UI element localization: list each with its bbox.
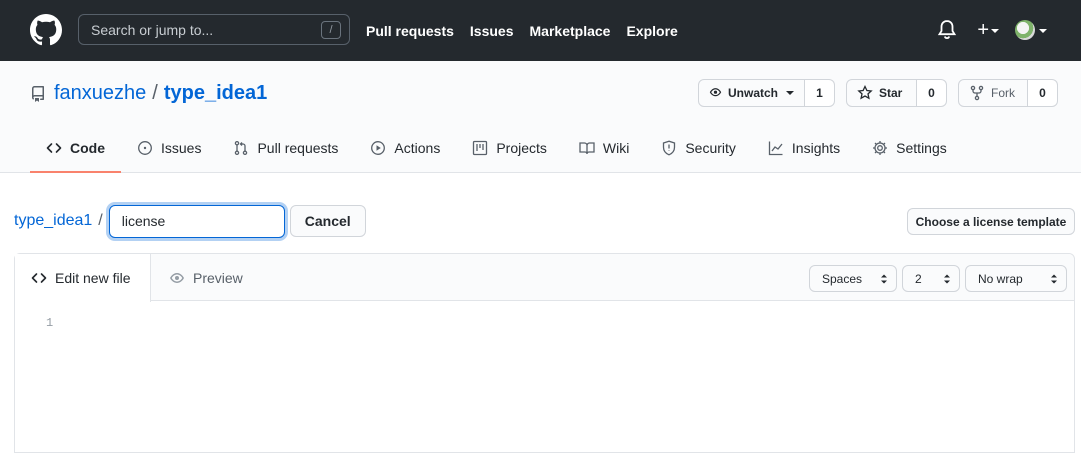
repo-icon [32, 85, 44, 102]
fork-group: Fork 0 [958, 79, 1058, 107]
gear-icon [873, 141, 888, 155]
chevron-down-icon [786, 91, 794, 95]
global-nav: Pull requests Issues Marketplace Explore [366, 0, 694, 61]
tab-security[interactable]: Security [645, 125, 752, 173]
eye-icon [709, 88, 722, 97]
tab-label: Issues [161, 140, 202, 156]
star-count[interactable]: 0 [917, 79, 947, 107]
indent-size-select[interactable]: 2 [902, 265, 960, 292]
tab-label: Code [70, 140, 105, 156]
eye-icon [170, 273, 184, 283]
tab-code[interactable]: Code [30, 125, 121, 173]
code-icon [46, 143, 62, 153]
star-button[interactable]: Star [846, 79, 917, 107]
choose-license-template-button[interactable]: Choose a license template [907, 208, 1075, 235]
unwatch-label: Unwatch [727, 86, 778, 100]
tab-label: Wiki [602, 140, 630, 156]
repo-name-link[interactable]: type_idea1 [164, 82, 267, 105]
pull-request-icon [235, 140, 248, 156]
repo-title: fanxuezhe / type_idea1 [30, 82, 267, 105]
repo-title-separator: / [152, 82, 158, 104]
nav-explore[interactable]: Explore [626, 23, 677, 39]
tab-settings[interactable]: Settings [856, 125, 963, 173]
avatar[interactable] [1015, 20, 1035, 40]
tab-label: Projects [496, 140, 547, 156]
star-icon [857, 85, 873, 100]
global-header: / Pull requests Issues Marketplace Explo… [0, 0, 1081, 61]
select-arrows-icon [1051, 274, 1057, 284]
shield-icon [663, 140, 676, 156]
file-path-row: type_idea1 / Cancel [14, 204, 366, 238]
indent-mode-value: Spaces [822, 271, 863, 286]
tab-label: Pull requests [257, 140, 339, 156]
play-icon [371, 141, 386, 155]
tab-label: Security [685, 140, 736, 156]
tab-label: Actions [394, 140, 441, 156]
unwatch-button[interactable]: Unwatch [698, 79, 805, 107]
breadcrumb-separator: / [98, 212, 103, 229]
tab-projects[interactable]: Projects [456, 125, 563, 173]
book-icon [579, 142, 595, 155]
github-logo-icon[interactable] [30, 14, 62, 46]
repo-header: fanxuezhe / type_idea1 Unwatch 1 Star 0 [0, 61, 1081, 173]
tab-pull-requests[interactable]: Pull requests [217, 125, 354, 173]
fork-count[interactable]: 0 [1028, 79, 1058, 107]
wrap-mode-value: No wrap [978, 271, 1023, 286]
tab-issues[interactable]: Issues [121, 125, 217, 173]
chevron-down-icon[interactable] [1039, 29, 1047, 33]
code-icon [31, 273, 47, 283]
chevron-down-icon[interactable] [991, 29, 999, 33]
select-arrows-icon [944, 274, 950, 284]
select-arrows-icon [881, 274, 887, 284]
issue-icon [138, 141, 152, 155]
line-gutter [15, 302, 65, 452]
tab-actions[interactable]: Actions [354, 125, 456, 173]
tab-edit-new-file[interactable]: Edit new file [15, 254, 151, 302]
bell-icon[interactable] [935, 18, 959, 42]
line-number: 1 [46, 316, 54, 330]
tab-label: Preview [193, 270, 243, 286]
filename-input[interactable] [108, 204, 285, 238]
fork-label: Fork [991, 86, 1015, 100]
watch-group: Unwatch 1 [698, 79, 835, 107]
header-right: + [935, 18, 1047, 42]
nav-pull-requests[interactable]: Pull requests [366, 23, 454, 39]
star-group: Star 0 [846, 79, 947, 107]
file-editor: Edit new file Preview Spaces 2 No wrap 1 [14, 253, 1075, 453]
project-icon [473, 140, 488, 156]
indent-size-value: 2 [915, 271, 922, 286]
editor-toolbar: Edit new file Preview Spaces 2 No wrap [15, 254, 1074, 302]
nav-issues[interactable]: Issues [470, 23, 514, 39]
search-shortcut-hint: / [321, 21, 341, 39]
global-search[interactable]: / [78, 14, 350, 45]
cancel-button[interactable]: Cancel [289, 205, 366, 237]
watch-count[interactable]: 1 [805, 79, 835, 107]
tab-label: Insights [791, 140, 841, 156]
search-input[interactable] [79, 15, 349, 44]
star-label: Star [879, 86, 903, 100]
nav-marketplace[interactable]: Marketplace [530, 23, 611, 39]
fork-button[interactable]: Fork [958, 79, 1028, 107]
repo-owner-link[interactable]: fanxuezhe [54, 82, 146, 105]
tab-label: Settings [896, 140, 947, 156]
repo-tabs: Code Issues Pull requests Actions Projec… [30, 125, 963, 173]
tab-insights[interactable]: Insights [752, 125, 856, 173]
fork-icon [970, 85, 984, 101]
indent-mode-select[interactable]: Spaces [809, 265, 897, 292]
create-new-plus-icon[interactable]: + [977, 20, 989, 40]
tab-wiki[interactable]: Wiki [563, 125, 645, 173]
tab-preview[interactable]: Preview [153, 254, 259, 302]
wrap-mode-select[interactable]: No wrap [965, 265, 1067, 292]
graph-icon [768, 141, 783, 156]
tab-label: Edit new file [55, 270, 131, 286]
breadcrumb-repo-link[interactable]: type_idea1 [14, 212, 92, 230]
